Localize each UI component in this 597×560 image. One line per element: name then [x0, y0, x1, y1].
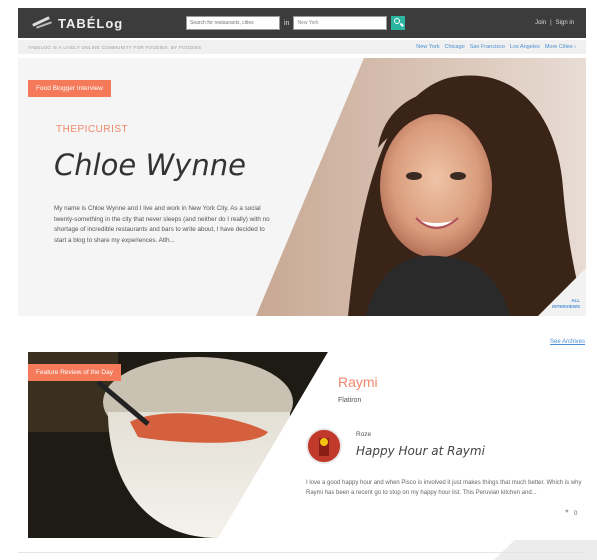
reviewer-name[interactable]: Roze: [356, 431, 371, 438]
review-title[interactable]: Happy Hour at Raymi: [356, 444, 485, 458]
city-link-san-francisco[interactable]: San Francisco: [470, 44, 505, 50]
like-button[interactable]: 0: [565, 509, 578, 518]
logo-text: TABÉLog: [58, 15, 124, 31]
search-form: in: [186, 16, 406, 30]
review-excerpt: I love a good happy hour and when Pisco …: [306, 480, 582, 496]
search-in-label: in: [284, 19, 290, 27]
blogger-interview-hero: Food Blogger Interview THEPICURIST Chloe…: [18, 58, 586, 316]
restaurant-neighborhood: Flatiron: [338, 397, 362, 404]
auth-links: Join | Sign in: [535, 20, 574, 26]
interview-badge: Food Blogger Interview: [28, 80, 111, 97]
auth-separator: |: [550, 20, 552, 26]
like-count: 0: [574, 511, 578, 517]
logo-icon: [32, 16, 54, 30]
reviewer-avatar-image: [308, 430, 340, 462]
city-link-los-angeles[interactable]: Los Angeles: [510, 44, 540, 50]
sub-header: TABELOG IS A LIVELY ONLINE COMMUNITY FOR…: [18, 40, 586, 54]
all-interviews-link[interactable]: ALL INTERVIEWS: [552, 298, 580, 310]
see-archives-link[interactable]: See Archives: [550, 339, 585, 345]
next-section-edge: [494, 540, 597, 560]
city-input[interactable]: [293, 16, 388, 30]
tagline: TABELOG IS A LIVELY ONLINE COMMUNITY FOR…: [28, 44, 202, 50]
feature-review-badge: Feature Review of the Day: [28, 364, 121, 381]
join-link[interactable]: Join: [535, 20, 546, 26]
search-button[interactable]: [391, 16, 406, 30]
search-input[interactable]: [186, 16, 280, 30]
search-icon: [394, 18, 401, 24]
blogger-handle[interactable]: THEPICURIST: [56, 124, 128, 135]
restaurant-name[interactable]: Raymi: [338, 374, 378, 390]
top-nav-bar: TABÉLog in Join | Sign in: [18, 8, 586, 38]
city-link-chicago[interactable]: Chicago: [445, 44, 465, 50]
blogger-name[interactable]: Chloe Wynne: [54, 148, 246, 182]
city-link-new-york[interactable]: New York: [416, 44, 439, 50]
sign-in-link[interactable]: Sign in: [556, 20, 574, 26]
section-divider: [18, 552, 586, 553]
city-links: New York Chicago San Francisco Los Angel…: [416, 44, 576, 50]
logo[interactable]: TABÉLog: [32, 16, 152, 31]
blogger-bio: My name is Chloe Wynne and I live and wo…: [54, 205, 270, 244]
reviewer-avatar[interactable]: [306, 428, 342, 464]
all-interviews-line-2: INTERVIEWS: [552, 304, 580, 309]
more-cities-link[interactable]: More Cities ›: [545, 44, 576, 50]
heart-icon: [565, 509, 571, 517]
